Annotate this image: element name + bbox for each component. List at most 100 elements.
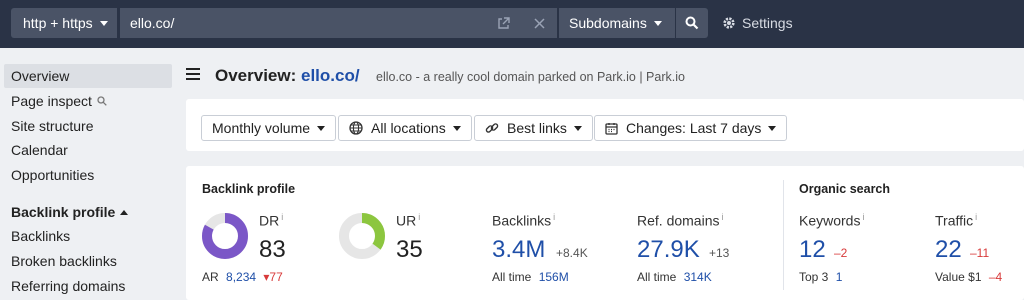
top-bar: http + https ello.co/ Subdomains Setting…: [0, 0, 1024, 48]
filter-label: All locations: [371, 120, 446, 136]
sidebar-section-label: Backlink profile: [11, 204, 116, 220]
settings-label: Settings: [742, 15, 793, 31]
ar-value[interactable]: 8,234: [226, 270, 256, 284]
changes-dropdown[interactable]: Changes: Last 7 days: [594, 115, 788, 141]
all-time-label: All time: [637, 270, 677, 284]
page-title: Overview: ello.co/: [215, 66, 360, 86]
sidebar-item-label: Page inspect: [11, 93, 92, 109]
top3-value[interactable]: 1: [836, 270, 843, 284]
ref-domains-label[interactable]: Ref. domains i: [637, 212, 723, 229]
all-time-value[interactable]: 314K: [684, 270, 712, 284]
chevron-down-icon: [452, 125, 461, 131]
info-icon[interactable]: i: [862, 212, 864, 222]
section-divider: [783, 180, 784, 290]
page-subtitle: ello.co - a really cool domain parked on…: [376, 70, 685, 84]
backlink-profile-title: Backlink profile: [202, 182, 296, 196]
info-icon[interactable]: i: [418, 212, 420, 222]
chevron-down-icon: [768, 125, 777, 131]
keywords-top3: Top 3 1: [799, 270, 842, 284]
value-label: Value: [935, 270, 965, 284]
filter-bar: Monthly volume All locations Best links …: [186, 99, 1024, 151]
ur-donut-chart: [339, 213, 385, 259]
mode-dropdown[interactable]: Subdomains: [559, 8, 675, 38]
page-title-prefix: Overview:: [215, 66, 297, 85]
search-icon: [685, 16, 699, 30]
keywords-label-text: Keywords: [799, 212, 861, 229]
sidebar-item-backlinks[interactable]: Backlinks: [4, 224, 172, 248]
ur-label-text: UR: [396, 212, 417, 229]
value-change: –4: [988, 270, 1003, 284]
clear-icon[interactable]: [521, 8, 557, 38]
sidebar-item-page-inspect[interactable]: Page inspect: [4, 89, 172, 113]
filter-label: Monthly volume: [212, 120, 311, 136]
info-icon[interactable]: i: [553, 212, 555, 222]
sidebar-item-opportunities[interactable]: Opportunities: [4, 163, 172, 187]
filter-label: Changes: Last 7 days: [626, 120, 762, 136]
best-links-dropdown[interactable]: Best links: [474, 115, 593, 141]
chevron-down-icon: [573, 125, 582, 131]
traffic-value[interactable]: 22: [935, 236, 962, 264]
chevron-down-icon: [653, 20, 662, 26]
backlinks-value[interactable]: 3.4M: [492, 236, 545, 264]
info-icon[interactable]: i: [281, 212, 283, 222]
link-icon: [485, 121, 499, 135]
sidebar-item-referring-domains[interactable]: Referring domains: [4, 274, 172, 298]
dr-label-text: DR: [259, 212, 280, 229]
traffic-value-row: Value $1 –4: [935, 270, 1002, 284]
ar-label: AR: [202, 270, 219, 284]
page-title-domain[interactable]: ello.co/: [301, 66, 360, 85]
chevron-down-icon: [317, 125, 326, 131]
keywords-change: –2: [834, 246, 848, 260]
backlinks-change: +8.4K: [556, 246, 588, 260]
settings-button[interactable]: Settings: [722, 8, 793, 38]
backlinks-label-text: Backlinks: [492, 212, 552, 229]
chevron-down-icon: [99, 20, 108, 26]
traffic-label[interactable]: Traffic i: [935, 212, 977, 229]
info-icon[interactable]: i: [975, 212, 977, 222]
sidebar-item-label: Calendar: [11, 142, 68, 158]
locations-dropdown[interactable]: All locations: [338, 115, 472, 141]
filter-label: Best links: [507, 120, 567, 136]
backlinks-label[interactable]: Backlinks i: [492, 212, 555, 229]
chevron-up-icon: [120, 209, 129, 215]
ur-label[interactable]: UR i: [396, 212, 420, 229]
traffic-label-text: Traffic: [935, 212, 974, 229]
sidebar-item-label: Backlinks: [11, 228, 71, 244]
sidebar-section-backlink-profile[interactable]: Backlink profile: [4, 200, 172, 224]
ur-value: 35: [396, 236, 423, 263]
gear-icon: [723, 17, 735, 29]
organic-search-title: Organic search: [799, 182, 891, 196]
menu-icon[interactable]: [186, 68, 200, 80]
search-button[interactable]: [676, 8, 708, 38]
backlinks-all-time: All time 156M: [492, 270, 569, 284]
metrics-card: [186, 166, 1024, 300]
sidebar-item-label: Broken backlinks: [11, 253, 117, 269]
top3-label: Top 3: [799, 270, 829, 284]
sidebar-item-label: Site structure: [11, 118, 94, 134]
protocol-dropdown[interactable]: http + https: [11, 8, 117, 38]
all-time-value[interactable]: 156M: [539, 270, 569, 284]
url-input[interactable]: ello.co/: [120, 8, 557, 38]
mode-label: Subdomains: [569, 15, 647, 31]
sidebar-item-overview[interactable]: Overview: [4, 64, 172, 88]
sidebar-item-broken-backlinks[interactable]: Broken backlinks: [4, 249, 172, 273]
sidebar-item-label: Referring domains: [11, 278, 126, 294]
sidebar-item-label: Opportunities: [11, 167, 95, 183]
ref-domains-change: +13: [709, 246, 730, 260]
all-time-label: All time: [492, 270, 532, 284]
sidebar: Overview Page inspect Site structure Cal…: [0, 48, 186, 300]
protocol-label: http + https: [23, 15, 93, 31]
ref-domains-value[interactable]: 27.9K: [637, 236, 700, 264]
search-icon: [97, 96, 107, 106]
external-link-icon[interactable]: [485, 8, 521, 38]
info-icon[interactable]: i: [721, 212, 723, 222]
dr-label[interactable]: DR i: [259, 212, 283, 229]
keywords-value[interactable]: 12: [799, 236, 826, 264]
ar-row: AR 8,234 ▾77: [202, 270, 283, 284]
url-value: ello.co/: [130, 15, 175, 31]
calendar-icon: [605, 122, 618, 135]
keywords-label[interactable]: Keywords i: [799, 212, 864, 229]
monthly-volume-dropdown[interactable]: Monthly volume: [201, 115, 337, 141]
sidebar-item-site-structure[interactable]: Site structure: [4, 114, 172, 138]
sidebar-item-calendar[interactable]: Calendar: [4, 138, 172, 162]
